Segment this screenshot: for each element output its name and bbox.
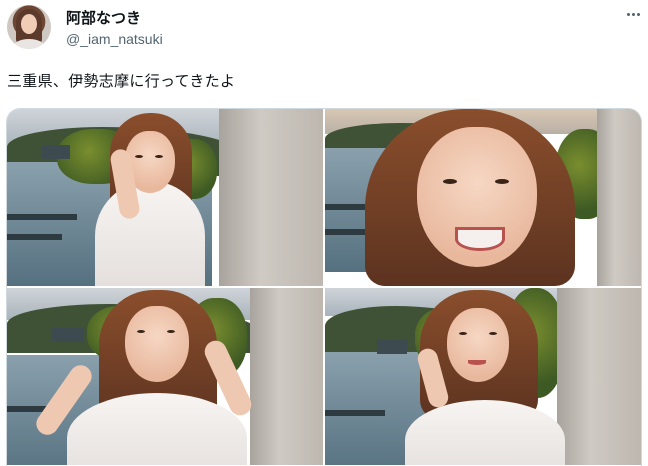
avatar[interactable]: [7, 5, 51, 49]
user-handle[interactable]: @_iam_natsuki: [66, 31, 163, 47]
media-grid: [6, 108, 642, 466]
media-photo-3[interactable]: [7, 288, 323, 465]
tweet-text: 三重県、伊勢志摩に行ってきたよ: [7, 73, 236, 90]
media-photo-1[interactable]: [7, 109, 323, 286]
more-horizontal-icon[interactable]: [622, 4, 644, 24]
media-photo-4[interactable]: [325, 288, 641, 465]
media-photo-2[interactable]: [325, 109, 641, 286]
display-name[interactable]: 阿部なつき: [66, 7, 141, 28]
